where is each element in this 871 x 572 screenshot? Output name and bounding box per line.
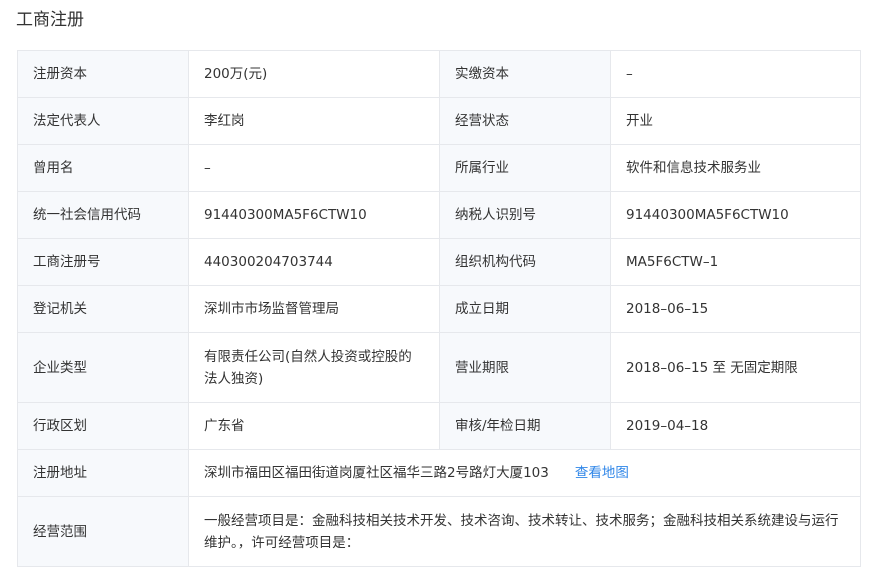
registration-number-label: 工商注册号	[17, 238, 189, 286]
registered-address-label: 注册地址	[17, 449, 189, 497]
table-row: 法定代表人 李红岗 经营状态 开业	[17, 97, 861, 145]
former-name-value: –	[188, 144, 440, 192]
registration-authority-label: 登记机关	[17, 285, 189, 333]
review-date-value: 2019–04–18	[610, 402, 861, 450]
legal-representative-label: 法定代表人	[17, 97, 189, 145]
paid-in-capital-label: 实缴资本	[439, 50, 611, 98]
credit-code-value: 91440300MA5F6CTW10	[188, 191, 440, 239]
business-scope-label: 经营范围	[17, 496, 189, 567]
table-row: 注册地址 深圳市福田区福田街道岗厦社区福华三路2号路灯大厦103 查看地图	[17, 449, 861, 497]
registration-authority-value: 深圳市市场监督管理局	[188, 285, 440, 333]
registered-capital-value: 200万(元)	[188, 50, 440, 98]
credit-code-label: 统一社会信用代码	[17, 191, 189, 239]
paid-in-capital-value: –	[610, 50, 861, 98]
view-map-link[interactable]: 查看地图	[575, 465, 629, 481]
enterprise-type-label: 企业类型	[17, 332, 189, 403]
operating-status-label: 经营状态	[439, 97, 611, 145]
table-row: 统一社会信用代码 91440300MA5F6CTW10 纳税人识别号 91440…	[17, 191, 861, 239]
industry-value: 软件和信息技术服务业	[610, 144, 861, 192]
establishment-date-label: 成立日期	[439, 285, 611, 333]
review-date-label: 审核/年检日期	[439, 402, 611, 450]
table-row: 注册资本 200万(元) 实缴资本 –	[17, 50, 861, 98]
enterprise-type-value: 有限责任公司(自然人投资或控股的法人独资)	[188, 332, 440, 403]
former-name-label: 曾用名	[17, 144, 189, 192]
business-scope-value: 一般经营项目是：金融科技相关技术开发、技术咨询、技术转让、技术服务；金融科技相关…	[188, 496, 861, 567]
table-row: 经营范围 一般经营项目是：金融科技相关技术开发、技术咨询、技术转让、技术服务；金…	[17, 496, 861, 567]
table-row: 工商注册号 440300204703744 组织机构代码 MA5F6CTW–1	[17, 238, 861, 286]
section-title: 工商注册	[16, 10, 84, 30]
table-row: 曾用名 – 所属行业 软件和信息技术服务业	[17, 144, 861, 192]
business-term-value: 2018–06–15 至 无固定期限	[610, 332, 861, 403]
registered-address-value: 深圳市福田区福田街道岗厦社区福华三路2号路灯大厦103	[204, 465, 549, 481]
table-row: 登记机关 深圳市市场监督管理局 成立日期 2018–06–15	[17, 285, 861, 333]
administrative-region-label: 行政区划	[17, 402, 189, 450]
registered-capital-label: 注册资本	[17, 50, 189, 98]
establishment-date-value: 2018–06–15	[610, 285, 861, 333]
taxpayer-id-label: 纳税人识别号	[439, 191, 611, 239]
table-row: 行政区划 广东省 审核/年检日期 2019–04–18	[17, 402, 861, 450]
legal-representative-value: 李红岗	[188, 97, 440, 145]
administrative-region-value: 广东省	[188, 402, 440, 450]
operating-status-value: 开业	[610, 97, 861, 145]
registration-number-value: 440300204703744	[188, 238, 440, 286]
business-term-label: 营业期限	[439, 332, 611, 403]
table-row: 企业类型 有限责任公司(自然人投资或控股的法人独资) 营业期限 2018–06–…	[17, 332, 861, 403]
industry-label: 所属行业	[439, 144, 611, 192]
organization-code-label: 组织机构代码	[439, 238, 611, 286]
business-registration-panel: 工商注册 注册资本 200万(元) 实缴资本 – 法定代表人 李红岗 经营状态 …	[0, 0, 871, 572]
organization-code-value: MA5F6CTW–1	[610, 238, 861, 286]
registration-info-table: 注册资本 200万(元) 实缴资本 – 法定代表人 李红岗 经营状态 开业 曾用…	[17, 50, 861, 567]
registered-address-cell: 深圳市福田区福田街道岗厦社区福华三路2号路灯大厦103 查看地图	[188, 449, 861, 497]
taxpayer-id-value: 91440300MA5F6CTW10	[610, 191, 861, 239]
